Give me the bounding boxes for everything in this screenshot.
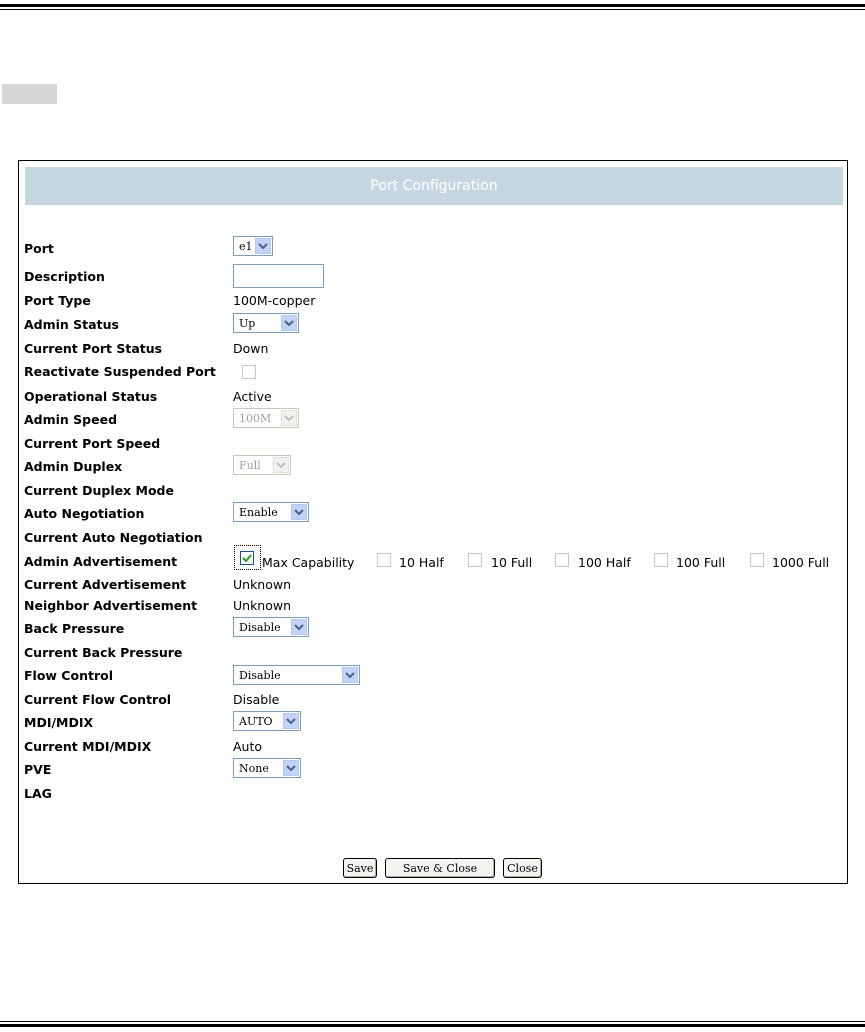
chevron-down-icon <box>281 410 297 426</box>
chevron-down-icon <box>291 619 307 635</box>
adv-max-capability-label: Max Capability <box>262 555 355 570</box>
adv-10-full-checkbox[interactable] <box>468 553 482 567</box>
mdi-mdix-select-value: AUTO <box>239 714 273 728</box>
admin-speed-select-value: 100M <box>239 411 272 425</box>
chevron-down-icon <box>283 713 299 729</box>
chevron-down-icon <box>291 504 307 520</box>
current-auto-negotiation-label: Current Auto Negotiation <box>24 530 203 545</box>
adv-10-half-label: 10 Half <box>399 555 444 570</box>
chevron-down-icon <box>342 667 358 683</box>
current-advertisement-label: Current Advertisement <box>24 577 187 592</box>
port-configuration-panel: Port Configuration Port e1 Description P… <box>18 160 848 884</box>
admin-duplex-select-value: Full <box>239 458 261 472</box>
flow-control-select[interactable]: Disable <box>233 665 360 685</box>
reactivate-checkbox[interactable] <box>242 365 256 379</box>
lag-label: LAG <box>24 786 52 801</box>
operational-status-value: Active <box>233 389 272 404</box>
current-port-status-label: Current Port Status <box>24 341 163 356</box>
port-type-value: 100M-copper <box>233 293 316 308</box>
flow-control-label: Flow Control <box>24 668 113 683</box>
neighbor-advertisement-value: Unknown <box>233 598 292 613</box>
adv-max-capability-checkbox[interactable] <box>240 551 254 565</box>
adv-1000-full-checkbox[interactable] <box>750 553 764 567</box>
pve-select[interactable]: None <box>233 758 301 778</box>
back-pressure-select[interactable]: Disable <box>233 617 309 637</box>
adv-100-half-checkbox[interactable] <box>555 553 569 567</box>
current-back-pressure-label: Current Back Pressure <box>24 645 183 660</box>
admin-speed-select[interactable]: 100M <box>233 408 299 428</box>
description-label: Description <box>24 269 105 284</box>
adv-100-full-checkbox[interactable] <box>654 553 668 567</box>
flow-control-select-value: Disable <box>239 668 281 682</box>
current-flow-control-value: Disable <box>233 692 280 707</box>
current-port-speed-label: Current Port Speed <box>24 436 161 451</box>
admin-advertisement-label: Admin Advertisement <box>24 554 178 569</box>
pve-label: PVE <box>24 762 52 777</box>
port-select-value: e1 <box>239 239 253 253</box>
operational-status-label: Operational Status <box>24 389 158 404</box>
back-pressure-select-value: Disable <box>239 620 281 634</box>
mdi-mdix-select[interactable]: AUTO <box>233 711 301 731</box>
current-port-status-value: Down <box>233 341 269 356</box>
chevron-down-icon <box>281 315 297 331</box>
gray-marker <box>2 84 57 104</box>
current-advertisement-value: Unknown <box>233 577 292 592</box>
save-close-button[interactable]: Save & Close <box>385 858 495 878</box>
auto-negotiation-select[interactable]: Enable <box>233 502 309 522</box>
neighbor-advertisement-label: Neighbor Advertisement <box>24 598 198 613</box>
admin-status-select-value: Up <box>239 316 256 330</box>
save-button[interactable]: Save <box>343 858 377 878</box>
header-rule-thick <box>0 4 865 7</box>
adv-100-half-label: 100 Half <box>578 555 631 570</box>
back-pressure-label: Back Pressure <box>24 621 125 636</box>
footer-rule-thick <box>0 1024 865 1027</box>
reactivate-label: Reactivate Suspended Port <box>24 364 216 379</box>
port-label: Port <box>24 241 54 256</box>
description-input[interactable] <box>233 264 324 288</box>
port-select[interactable]: e1 <box>233 236 273 256</box>
footer-rule-thin <box>0 1021 865 1022</box>
current-mdi-mdix-value: Auto <box>233 739 263 754</box>
auto-negotiation-label: Auto Negotiation <box>24 506 145 521</box>
admin-speed-label: Admin Speed <box>24 412 118 427</box>
panel-title: Port Configuration <box>25 167 843 205</box>
adv-100-full-label: 100 Full <box>676 555 726 570</box>
admin-status-label: Admin Status <box>24 317 119 332</box>
close-button[interactable]: Close <box>503 858 542 878</box>
adv-10-half-checkbox[interactable] <box>377 553 391 567</box>
admin-duplex-select[interactable]: Full <box>233 455 291 475</box>
port-type-label: Port Type <box>24 293 91 308</box>
checkmark-icon <box>242 554 252 563</box>
pve-select-value: None <box>239 761 269 775</box>
adv-10-full-label: 10 Full <box>491 555 533 570</box>
chevron-down-icon <box>273 457 289 473</box>
auto-negotiation-select-value: Enable <box>239 505 278 519</box>
current-mdi-mdix-label: Current MDI/MDIX <box>24 739 152 754</box>
current-duplex-mode-label: Current Duplex Mode <box>24 483 174 498</box>
chevron-down-icon <box>283 760 299 776</box>
current-flow-control-label: Current Flow Control <box>24 692 172 707</box>
admin-status-select[interactable]: Up <box>233 313 299 333</box>
header-rule-thin <box>0 9 865 10</box>
admin-duplex-label: Admin Duplex <box>24 459 123 474</box>
mdi-mdix-label: MDI/MDIX <box>24 715 94 730</box>
adv-1000-full-label: 1000 Full <box>772 555 830 570</box>
chevron-down-icon <box>255 238 271 254</box>
